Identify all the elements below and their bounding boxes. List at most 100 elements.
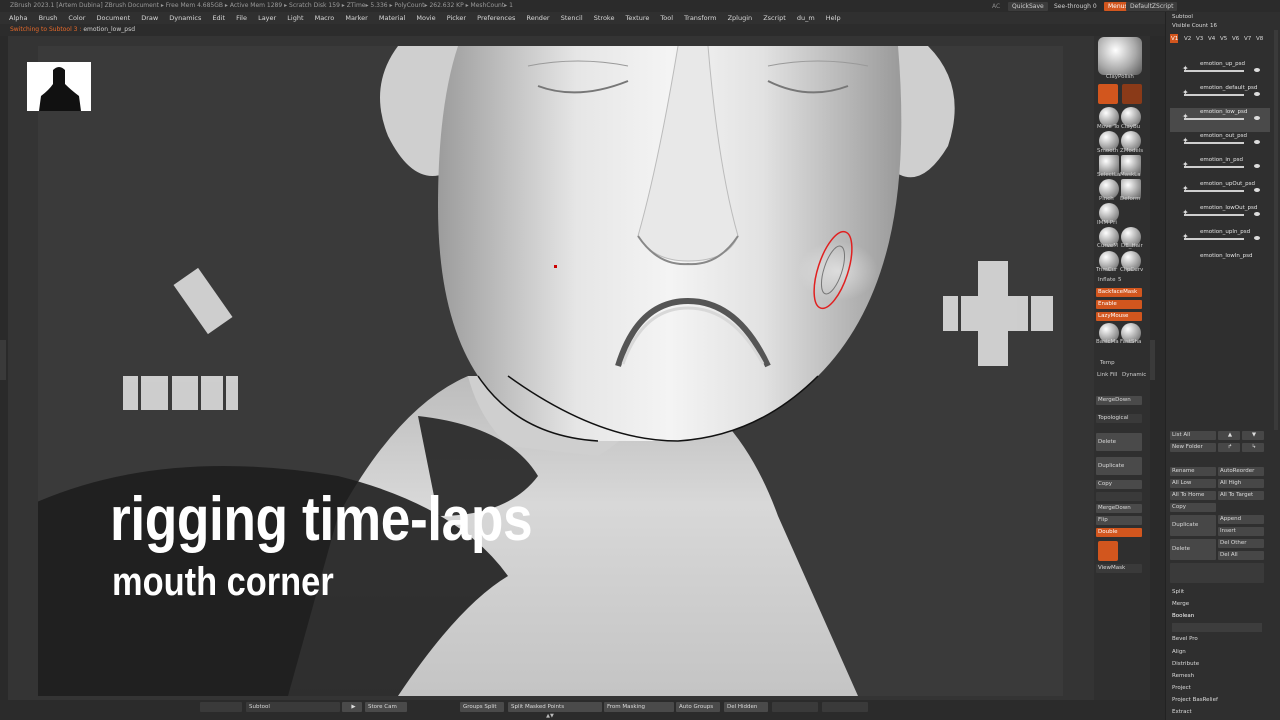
visibility-eye-icon[interactable] <box>1254 140 1260 144</box>
append-button[interactable]: Append <box>1218 515 1264 524</box>
menu-preferences[interactable]: Preferences <box>477 14 515 22</box>
double-button[interactable]: Double <box>1096 528 1142 537</box>
material-sphere-icon[interactable] <box>1098 37 1142 75</box>
empty-shelf-slot[interactable] <box>1096 492 1142 501</box>
menu-movie[interactable]: Movie <box>416 14 435 22</box>
menu-render[interactable]: Render <box>526 14 549 22</box>
all-low-button[interactable]: All Low <box>1170 479 1216 488</box>
temp-label[interactable]: Temp <box>1100 360 1115 366</box>
version-v6[interactable]: V6 <box>1232 36 1239 42</box>
align-menu[interactable]: Align <box>1172 649 1186 655</box>
groups-split-button[interactable]: Groups Split <box>460 702 504 712</box>
see-through-slider[interactable]: See-through 0 <box>1050 2 1101 11</box>
bottom-empty-slot-2[interactable] <box>772 702 818 712</box>
edit-mode-icon[interactable] <box>1122 84 1142 104</box>
menu-zplugin[interactable]: Zplugin <box>728 14 753 22</box>
backface-mask-button[interactable]: BackfaceMask <box>1096 288 1142 297</box>
boolean-menu[interactable]: Boolean <box>1172 613 1194 619</box>
menu-picker[interactable]: Picker <box>447 14 466 22</box>
visibility-eye-icon[interactable] <box>1254 188 1260 192</box>
lazymouse-button[interactable]: LazyMouse <box>1096 312 1142 321</box>
menu-marker[interactable]: Marker <box>345 14 367 22</box>
extract-menu[interactable]: Extract <box>1172 709 1192 715</box>
duplicate-button[interactable]: Duplicate <box>1170 515 1216 536</box>
store-cam-button[interactable]: Store Cam <box>365 702 407 712</box>
menu-color[interactable]: Color <box>68 14 85 22</box>
left-tray-handle[interactable] <box>0 340 6 380</box>
del-all-button[interactable]: Del All <box>1218 551 1264 560</box>
menu-stroke[interactable]: Stroke <box>594 14 615 22</box>
polyframe-icon[interactable] <box>1098 541 1118 561</box>
split-menu[interactable]: Split <box>1172 589 1184 595</box>
menu-macro[interactable]: Macro <box>315 14 335 22</box>
version-v3[interactable]: V3 <box>1196 36 1203 42</box>
bevel-pro-menu[interactable]: Bevel Pro <box>1172 636 1198 642</box>
menu-brush[interactable]: Brush <box>39 14 58 22</box>
menu-dynamics[interactable]: Dynamics <box>169 14 201 22</box>
project-basrelief-menu[interactable]: Project BasRelief <box>1172 697 1218 703</box>
subtool-item[interactable]: emotion_in_psd ✦ <box>1170 156 1270 180</box>
subtool-selector[interactable]: Subtool <box>246 702 340 712</box>
autoreorder-button[interactable]: AutoReorder <box>1218 467 1264 476</box>
project-menu[interactable]: Project <box>1172 685 1191 691</box>
subtool-item[interactable]: emotion_out_psd ✦ <box>1170 132 1270 156</box>
del-other-button[interactable]: Del Other <box>1218 539 1264 548</box>
bottom-empty-slot[interactable] <box>200 702 242 712</box>
visibility-eye-icon[interactable] <box>1254 92 1260 96</box>
flip-button[interactable]: Flip <box>1096 516 1142 525</box>
move-down-arrow-icon[interactable]: ▼ <box>1242 431 1264 440</box>
copy-button[interactable]: Copy <box>1170 503 1216 512</box>
arrow-upleft-icon[interactable]: ↱ <box>1218 443 1240 452</box>
mergedown-shelf-button[interactable]: MergeDown <box>1096 396 1142 405</box>
auto-groups-button[interactable]: Auto Groups <box>676 702 720 712</box>
mergedown-shelf-button-2[interactable]: MergeDown <box>1096 504 1142 513</box>
visibility-eye-icon[interactable] <box>1254 116 1260 120</box>
menu-stencil[interactable]: Stencil <box>561 14 583 22</box>
new-folder-button[interactable]: New Folder <box>1170 443 1216 452</box>
subtool-item[interactable]: emotion_default_psd ✦ <box>1170 84 1270 108</box>
draw-mode-icon[interactable] <box>1098 84 1118 104</box>
viewmask-button[interactable]: ViewMask <box>1096 564 1142 573</box>
distribute-menu[interactable]: Distribute <box>1172 661 1199 667</box>
del-hidden-button[interactable]: Del Hidden <box>724 702 768 712</box>
menu-document[interactable]: Document <box>96 14 130 22</box>
inflate-value[interactable]: 5 <box>1118 277 1122 283</box>
visibility-eye-icon[interactable] <box>1254 68 1260 72</box>
version-v8[interactable]: V8 <box>1256 36 1263 42</box>
all-high-button[interactable]: All High <box>1218 479 1264 488</box>
menu-file[interactable]: File <box>236 14 247 22</box>
delete-button[interactable]: Delete <box>1170 539 1216 560</box>
visibility-eye-icon[interactable] <box>1254 236 1260 240</box>
all-to-home-button[interactable]: All To Home <box>1170 491 1216 500</box>
menu-zscript[interactable]: Zscript <box>763 14 786 22</box>
version-v4[interactable]: V4 <box>1208 36 1215 42</box>
all-to-target-button[interactable]: All To Target <box>1218 491 1264 500</box>
link-fill-label[interactable]: Link Fill <box>1097 372 1117 378</box>
menu-material[interactable]: Material <box>379 14 405 22</box>
dynamic-label[interactable]: Dynamic <box>1122 372 1146 378</box>
arrow-downright-icon[interactable]: ↳ <box>1242 443 1264 452</box>
insert-button[interactable]: Insert <box>1218 527 1264 536</box>
menu-help[interactable]: Help <box>826 14 841 22</box>
silhouette-thumbnail[interactable] <box>27 62 91 111</box>
menu-tool[interactable]: Tool <box>660 14 673 22</box>
menu-texture[interactable]: Texture <box>626 14 650 22</box>
split-masked-points-button[interactable]: Split Masked Points <box>508 702 602 712</box>
menu-draw[interactable]: Draw <box>141 14 158 22</box>
play-icon[interactable]: ▶ <box>342 702 362 712</box>
version-v7[interactable]: V7 <box>1244 36 1251 42</box>
copy-shelf-button[interactable]: Copy <box>1096 480 1142 489</box>
rename-button[interactable]: Rename <box>1170 467 1216 476</box>
subtool-scrollbar[interactable] <box>1274 30 1278 430</box>
menu-alpha[interactable]: Alpha <box>9 14 27 22</box>
version-v1[interactable]: V1 <box>1171 36 1178 42</box>
duplicate-shelf-button[interactable]: Duplicate <box>1096 457 1142 475</box>
menu-edit[interactable]: Edit <box>212 14 225 22</box>
menu-transform[interactable]: Transform <box>684 14 716 22</box>
subtool-item[interactable]: emotion_lowOut_psd ✦ <box>1170 204 1270 228</box>
visibility-eye-icon[interactable] <box>1254 164 1260 168</box>
bottom-empty-slot-3[interactable] <box>822 702 868 712</box>
default-zscript-button[interactable]: DefaultZScript <box>1126 2 1178 11</box>
menu-layer[interactable]: Layer <box>258 14 276 22</box>
delete-shelf-button[interactable]: Delete <box>1096 433 1142 451</box>
